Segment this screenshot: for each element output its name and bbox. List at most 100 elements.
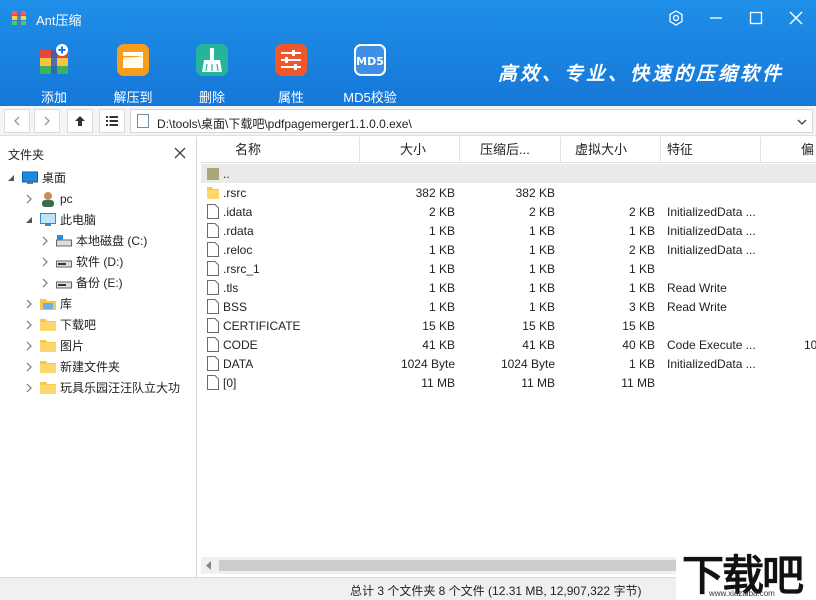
file-name: CODE: [223, 338, 258, 352]
file-packed-size: 1024 Byte: [500, 357, 555, 371]
tree-item-label: 玩具乐园汪汪队立大功: [60, 381, 181, 395]
file-icon: [207, 261, 219, 276]
tree-item-folder[interactable]: 下载吧: [24, 314, 96, 335]
column-header-size[interactable]: 大小: [360, 137, 460, 163]
file-virtual-size: 3 KB: [628, 300, 655, 314]
tree-item-drive-d[interactable]: 软件 (D:): [40, 251, 123, 272]
view-mode-button[interactable]: [99, 109, 125, 133]
table-row[interactable]: .rsrc 382 KB 382 KB: [201, 183, 816, 202]
chevron-right-icon[interactable]: [40, 236, 50, 246]
file-name: .rsrc: [223, 186, 247, 200]
watermark-url: www.xiazaiba.com: [709, 589, 775, 598]
file-packed-size: 1 KB: [528, 224, 555, 238]
file-name: .reloc: [223, 243, 253, 257]
chevron-right-icon[interactable]: [24, 299, 34, 309]
maximize-button[interactable]: [746, 8, 766, 28]
table-row[interactable]: DATA 1024 Byte 1024 Byte 1 KB InitializedDat…: [201, 354, 816, 373]
window-title: Ant压缩: [36, 13, 82, 28]
add-button[interactable]: 添加: [18, 42, 90, 105]
chevron-right-icon[interactable]: [24, 341, 34, 351]
slogan: 高效、专业、快速的压缩软件: [498, 63, 785, 85]
table-row[interactable]: [0] 11 MB 11 MB 11 MB: [201, 373, 816, 392]
broom-icon: [196, 44, 228, 76]
tree-item-folder[interactable]: 图片: [24, 335, 84, 356]
file-packed-size: 1 KB: [528, 262, 555, 276]
delete-label: 删除: [198, 90, 225, 105]
table-row[interactable]: .rsrc_1 1 KB 1 KB 1 KB: [201, 259, 816, 278]
file-packed-size: 382 KB: [515, 186, 555, 200]
settings-button[interactable]: [666, 8, 686, 28]
chevron-right-icon[interactable]: [40, 278, 50, 288]
table-row[interactable]: .reloc 1 KB 1 KB 2 KB InitializedData ...: [201, 240, 816, 259]
file-icon: [207, 318, 219, 333]
column-header-offset[interactable]: 偏: [761, 137, 816, 163]
md5-button[interactable]: MD5 MD5校验: [334, 42, 406, 105]
column-header-virtual-size[interactable]: 虚拟大小: [561, 137, 661, 163]
close-button[interactable]: [786, 8, 806, 28]
tree-item-label: 软件 (D:): [76, 255, 124, 269]
file-feature: Code Execute ...: [667, 338, 756, 352]
scroll-left-icon[interactable]: [205, 561, 213, 570]
path-input[interactable]: D:\tools\桌面\下载吧\pdfpagemerger1.1.0.0.exe…: [130, 109, 813, 133]
chevron-down-icon[interactable]: [796, 116, 808, 128]
md5-label: MD5校验: [343, 90, 397, 105]
chevron-right-icon[interactable]: [24, 320, 34, 330]
properties-button[interactable]: 属性: [255, 42, 327, 105]
close-icon[interactable]: [174, 147, 186, 159]
back-button[interactable]: [4, 109, 30, 133]
tree-item-pc-user[interactable]: pc: [24, 188, 73, 209]
tree-item-folder[interactable]: 玩具乐园汪汪队立大功: [24, 377, 180, 398]
tree-item-label: pc: [60, 191, 73, 206]
tree-item-this-pc[interactable]: 此电脑: [24, 209, 96, 230]
status-summary: 总计 3 个文件夹 8 个文件 (12.31 MB, 12,907,322 字节…: [350, 584, 642, 598]
file-feature: InitializedData ...: [667, 357, 756, 371]
file-feature: InitializedData ...: [667, 224, 756, 238]
tree-item-desktop[interactable]: 桌面: [6, 167, 66, 188]
table-row[interactable]: .tls 1 KB 1 KB 1 KB Read Write: [201, 278, 816, 297]
file-icon: [207, 223, 219, 238]
path-text: D:\tools\桌面\下载吧\pdfpagemerger1.1.0.0.exe…: [157, 117, 412, 131]
file-icon: [207, 356, 219, 371]
file-list-panel: 名称 大小 压缩后... 虚拟大小 特征 偏 .. .rsrc 382 KB 382 …: [201, 137, 816, 577]
tree-item-drive-c[interactable]: 本地磁盘 (C:): [40, 230, 147, 251]
table-row[interactable]: .rdata 1 KB 1 KB 1 KB InitializedData ...: [201, 221, 816, 240]
up-button[interactable]: [67, 109, 93, 133]
table-row[interactable]: BSS 1 KB 1 KB 3 KB Read Write: [201, 297, 816, 316]
app-header: Ant压缩 添加 解压到 删除 属性 MD5 MD5校验 高效、专业、快速的压缩…: [0, 0, 816, 106]
file-size: 15 KB: [422, 319, 455, 333]
title-bar: Ant压缩: [0, 0, 816, 36]
file-name: BSS: [223, 300, 248, 314]
chevron-right-icon[interactable]: [24, 383, 34, 393]
delete-button[interactable]: 删除: [176, 42, 248, 105]
table-row[interactable]: CERTIFICATE 15 KB 15 KB 15 KB: [201, 316, 816, 335]
column-header-name[interactable]: 名称: [201, 137, 360, 163]
parent-directory-row[interactable]: ..: [201, 164, 816, 183]
list-view-icon: [106, 116, 118, 126]
tree-item-label: 桌面: [42, 171, 67, 185]
tree-item-drive-e[interactable]: 备份 (E:): [40, 272, 123, 293]
file-icon: [207, 204, 219, 219]
forward-button[interactable]: [34, 109, 60, 133]
file-size: 1 KB: [428, 281, 455, 295]
maximize-icon: [749, 11, 763, 25]
tree-item-label: 本地磁盘 (C:): [76, 234, 148, 248]
table-row[interactable]: CODE 41 KB 41 KB 40 KB Code Execute ... 10: [201, 335, 816, 354]
tree-item-library[interactable]: 库: [24, 293, 72, 314]
column-header-packed[interactable]: 压缩后...: [460, 137, 561, 163]
chevron-right-icon[interactable]: [40, 257, 50, 267]
extract-button[interactable]: 解压到: [97, 42, 169, 105]
tree-item-folder[interactable]: 新建文件夹: [24, 356, 120, 377]
chevron-right-icon[interactable]: [24, 194, 34, 204]
file-size: 41 KB: [422, 338, 455, 352]
chevron-down-icon[interactable]: [24, 215, 34, 225]
chevron-right-icon[interactable]: [24, 362, 34, 372]
folder-tree-header: 文件夹: [0, 137, 196, 167]
scrollbar-thumb[interactable]: [219, 560, 679, 571]
table-row[interactable]: .idata 2 KB 2 KB 2 KB InitializedData ...: [201, 202, 816, 221]
chevron-down-icon[interactable]: [6, 173, 16, 183]
address-bar: D:\tools\桌面\下载吧\pdfpagemerger1.1.0.0.exe…: [0, 106, 816, 136]
file-virtual-size: 1 KB: [628, 262, 655, 276]
file-packed-size: 1 KB: [528, 281, 555, 295]
column-header-feature[interactable]: 特征: [661, 137, 761, 163]
minimize-button[interactable]: [706, 8, 726, 28]
